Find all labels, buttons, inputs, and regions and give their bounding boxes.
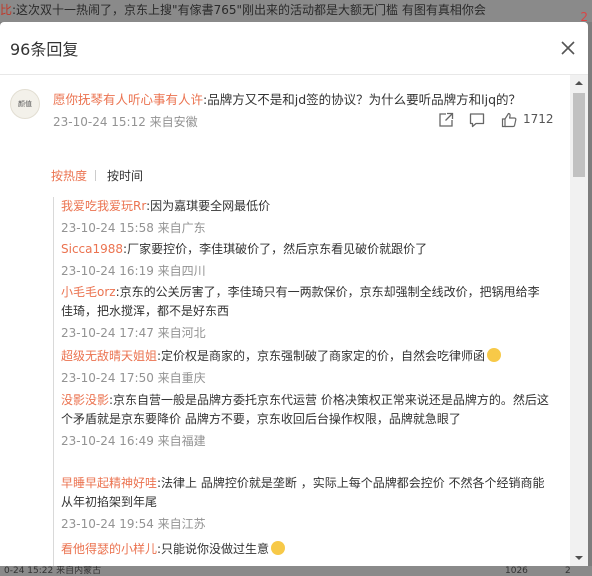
reply-timestamp: 23-10-24 17:50 来自重庆 [61,371,206,385]
tab-sort-by-hot[interactable]: 按热度 [51,167,87,184]
reply-user[interactable]: 没影没影 [61,393,109,407]
reply-item: 看他得瑟的小样儿:只能说你没做过生意 [61,540,551,559]
reply-timestamp: 23-10-24 19:54 来自江苏 [61,517,206,531]
reply-timestamp: 23-10-24 15:58 来自广东 [61,221,206,235]
background-page-strip: 比:这次双十一热闹了，京东上搜"有傢書765"刚出来的活动都是大额无门槛 有图有… [0,0,592,22]
reply-text: :只能说你没做过生意 [157,542,270,556]
reply-text: :京东自营一般是品牌方委托京东代运营 价格决策权正常来说还是品牌方的。然后这个矛… [61,393,549,426]
sort-tabs: 按热度 按时间 [0,167,570,187]
crying-face-icon [487,348,502,362]
comment-icon[interactable] [468,111,486,129]
main-comment: 颜值 愿你抚琴有人听心事有人许:品牌方又不是和jd签的协议？为什么要听品牌方和l… [0,75,570,145]
background-prefix: 比 [0,3,13,17]
tab-sort-by-time[interactable]: 按时间 [107,167,143,184]
vertical-scrollbar[interactable] [570,75,588,566]
main-comment-text: :品牌方又不是和jd签的协议？为什么要听品牌方和ljq的？ [203,92,522,107]
reply-text: :厂家要控价，李佳琪破价了，然后京东看见破价就跟价了 [123,242,428,256]
comment-button[interactable] [468,111,486,129]
reply-text-line: 超级无敌晴天姐姐:定价权是商家的，京东强制破了商家定的价，自然会吃律师函 [61,347,551,366]
thumbs-up-icon[interactable] [500,111,518,129]
avatar[interactable]: 颜值 [10,89,40,119]
reply-timestamp: 23-10-24 17:47 来自河北 [61,326,206,340]
thinking-face-icon [271,541,286,555]
like-button[interactable] [500,111,518,129]
share-button[interactable] [437,111,455,129]
background-bottom-extra: 2 [565,566,571,576]
reply-item: 我爱吃我爱玩Rr:因为嘉琪要全网最低价 23-10-24 15:58 来自广东 [61,197,551,237]
main-comment-timestamp: 23-10-24 15:12 来自安徽 [53,115,198,129]
scroll-down-button[interactable] [570,550,588,566]
scroll-down-arrow-icon[interactable] [570,550,588,566]
reply-user[interactable]: 我爱吃我爱玩Rr [61,199,146,213]
background-bottom-strip: 0-24 15:22 来自内蒙古 1026 2 [0,566,592,576]
scroll-up-button[interactable] [570,75,588,91]
reply-text-line: 早睡早起精神好哇:法律上 品牌控价就是垄断 ，实际上每个品牌都会控价 不然各个经… [61,474,551,512]
reply-item: Sicca1988:厂家要控价，李佳琪破价了，然后京东看见破价就跟价了 23-1… [61,240,551,280]
reply-user[interactable]: 早睡早起精神好哇 [61,476,157,490]
main-comment-user[interactable]: 愿你抚琴有人听心事有人许 [53,92,203,107]
background-bottom-meta: 0-24 15:22 来自内蒙古 [4,566,102,576]
like-count: 1712 [523,112,554,126]
reply-list: 我爱吃我爱玩Rr:因为嘉琪要全网最低价 23-10-24 15:58 来自广东 … [53,197,558,566]
modal-header: 96条回复 [0,22,588,74]
modal-title: 96条回复 [10,40,79,59]
main-comment-line: 愿你抚琴有人听心事有人许:品牌方又不是和jd签的协议？为什么要听品牌方和ljq的… [53,89,521,108]
replies-scroll-area[interactable]: 颜值 愿你抚琴有人听心事有人许:品牌方又不是和jd签的协议？为什么要听品牌方和l… [0,75,570,566]
reply-text-line: Sicca1988:厂家要控价，李佳琪破价了，然后京东看见破价就跟价了 [61,240,551,259]
reply-user[interactable]: 小毛毛orz [61,285,116,299]
close-button[interactable] [556,36,580,60]
background-bottom-count: 1026 [505,566,528,576]
reply-timestamp: 23-10-24 16:49 来自福建 [61,434,206,448]
reply-text-line: 小毛毛orz:京东的公关厉害了，李佳琦只有一两款保价，京东却强制全线改价，把锅甩… [61,283,551,321]
tab-separator [95,170,96,181]
reply-text: :定价权是商家的，京东强制破了商家定的价，自然会吃律师函 [157,349,486,363]
reply-item: 超级无敌晴天姐姐:定价权是商家的，京东强制破了商家定的价，自然会吃律师函 23-… [61,347,551,387]
scroll-up-arrow-icon[interactable] [570,75,588,91]
reply-text: :京东的公关厉害了，李佳琦只有一两款保价，京东却强制全线改价，把锅甩给李佳琦，把… [61,285,540,318]
reply-text: :因为嘉琪要全网最低价 [146,199,271,213]
close-icon[interactable] [556,36,580,60]
reply-item: 早睡早起精神好哇:法律上 品牌控价就是垄断 ，实际上每个品牌都会控价 不然各个经… [61,474,551,533]
scroll-thumb[interactable] [573,93,585,177]
reply-user[interactable]: Sicca1988 [61,242,123,256]
background-comment-text: :这次双十一热闹了，京东上搜"有傢書765"刚出来的活动都是大额无门槛 有图有真… [12,3,486,17]
share-icon[interactable] [437,111,455,129]
reply-user[interactable]: 看他得瑟的小样儿 [61,542,157,556]
reply-text-line: 没影没影:京东自营一般是品牌方委托京东代运营 价格决策权正常来说还是品牌方的。然… [61,391,551,429]
replies-modal: 96条回复 颜值 愿你抚琴有人听心事有人许:品牌方又不是和jd签的协议？为什么要… [0,22,588,566]
reply-timestamp: 23-10-24 16:19 来自四川 [61,264,206,278]
reply-text-line: 看他得瑟的小样儿:只能说你没做过生意 [61,540,551,559]
reply-text-line: 我爱吃我爱玩Rr:因为嘉琪要全网最低价 [61,197,551,216]
reply-item: 没影没影:京东自营一般是品牌方委托京东代运营 价格决策权正常来说还是品牌方的。然… [61,391,551,450]
reply-user[interactable]: 超级无敌晴天姐姐 [61,349,157,363]
reply-item: 小毛毛orz:京东的公关厉害了，李佳琦只有一两款保价，京东却强制全线改价，把锅甩… [61,283,551,342]
